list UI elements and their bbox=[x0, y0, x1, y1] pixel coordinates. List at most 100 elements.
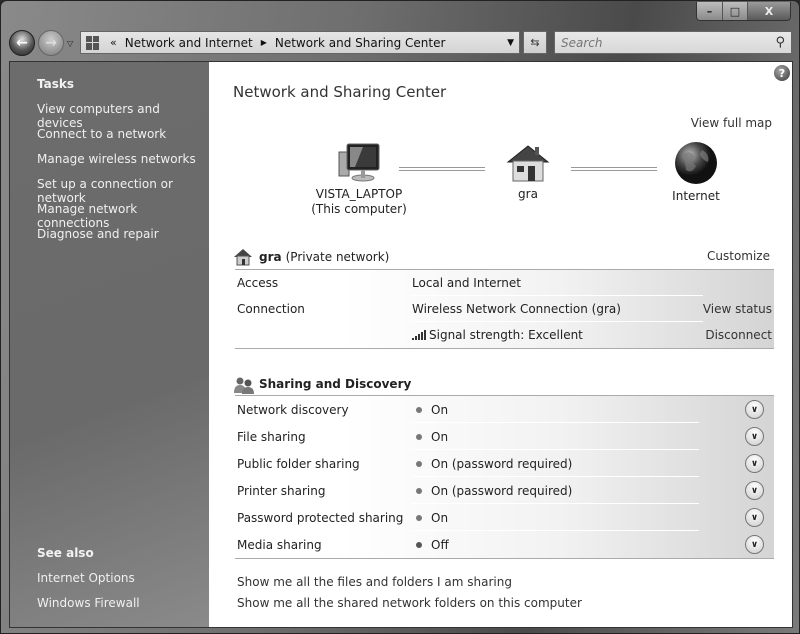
chevron-down-icon: ∨ bbox=[751, 459, 758, 469]
row-value: On bbox=[412, 403, 448, 417]
map-node-computer[interactable]: VISTA_LAPTOP (This computer) bbox=[299, 142, 419, 217]
network-type: (Private network) bbox=[286, 250, 390, 264]
breadcrumb-separator-icon[interactable]: ▶ bbox=[261, 38, 267, 47]
signal-strength-text: Signal strength: Excellent bbox=[429, 328, 583, 342]
chevron-down-icon: ∨ bbox=[751, 405, 758, 415]
breadcrumb-overflow[interactable]: « bbox=[110, 36, 117, 49]
status-text: On (password required) bbox=[431, 484, 572, 498]
arrow-left-icon: ← bbox=[16, 35, 28, 51]
map-node-network[interactable]: gra bbox=[468, 142, 588, 202]
status-text: On bbox=[431, 403, 448, 417]
table-row: Media sharing Off ∨ bbox=[235, 531, 774, 558]
row-label: Connection bbox=[237, 302, 305, 316]
close-button[interactable]: X bbox=[748, 2, 790, 20]
status-dot bbox=[416, 461, 422, 467]
chevron-down-icon: ∨ bbox=[751, 432, 758, 442]
table-row: Access Local and Internet bbox=[235, 270, 774, 296]
view-full-map-link[interactable]: View full map bbox=[691, 116, 772, 130]
search-box: ⚲ bbox=[554, 31, 792, 54]
home-network-icon bbox=[233, 248, 253, 266]
expand-password-protected-sharing-button[interactable]: ∨ bbox=[745, 508, 764, 527]
tasks-header: Tasks bbox=[37, 77, 74, 91]
maximize-button[interactable]: □ bbox=[723, 2, 748, 20]
table-row: Network discovery On ∨ bbox=[235, 396, 774, 423]
network-name: gra bbox=[468, 187, 588, 202]
status-dot bbox=[416, 434, 422, 440]
status-text: On bbox=[431, 430, 448, 444]
minimize-button[interactable]: – bbox=[697, 2, 723, 20]
sidebar-link-connect-network[interactable]: Connect to a network bbox=[37, 127, 166, 141]
sharing-title: Sharing and Discovery bbox=[259, 377, 411, 391]
status-text: Off bbox=[431, 538, 449, 552]
expand-media-sharing-button[interactable]: ∨ bbox=[745, 535, 764, 554]
row-value: Local and Internet bbox=[412, 276, 521, 290]
customize-link[interactable]: Customize bbox=[707, 249, 770, 263]
breadcrumb-network-and-sharing-center[interactable]: Network and Sharing Center bbox=[275, 36, 446, 50]
caption-buttons: – □ X bbox=[696, 2, 791, 21]
row-value: On bbox=[412, 430, 448, 444]
table-row: Public folder sharing On (password requi… bbox=[235, 450, 774, 477]
internet-name: Internet bbox=[636, 189, 756, 204]
show-shared-folders-link[interactable]: Show me all the shared network folders o… bbox=[237, 596, 582, 610]
map-node-internet[interactable]: Internet bbox=[636, 140, 756, 204]
expand-file-sharing-button[interactable]: ∨ bbox=[745, 427, 764, 446]
row-label: Access bbox=[237, 276, 278, 290]
sidebar-link-windows-firewall[interactable]: Windows Firewall bbox=[37, 596, 140, 610]
status-text: On bbox=[431, 511, 448, 525]
row-value: Wireless Network Connection (gra) bbox=[412, 302, 621, 316]
globe-icon bbox=[672, 140, 720, 186]
table-row: Password protected sharing On ∨ bbox=[235, 504, 774, 531]
search-input[interactable] bbox=[561, 36, 751, 50]
sidebar-link-diagnose-repair[interactable]: Diagnose and repair bbox=[37, 227, 159, 241]
row-label: Password protected sharing bbox=[237, 511, 403, 525]
main-panel: ? Network and Sharing Center View full m… bbox=[209, 62, 792, 627]
row-label: Media sharing bbox=[237, 538, 322, 552]
network-details-table: Access Local and Internet Connection Wir… bbox=[235, 269, 774, 349]
row-value: On (password required) bbox=[412, 457, 572, 471]
row-value: Off bbox=[412, 538, 449, 552]
show-shared-files-link[interactable]: Show me all the files and folders I am s… bbox=[237, 575, 512, 589]
sidebar-link-internet-options[interactable]: Internet Options bbox=[37, 571, 135, 585]
row-value: On (password required) bbox=[412, 484, 572, 498]
breadcrumb-network-and-internet[interactable]: Network and Internet bbox=[125, 36, 253, 50]
status-text: On (password required) bbox=[431, 457, 572, 471]
forward-button[interactable]: → bbox=[38, 30, 64, 56]
sidebar-link-view-computers[interactable]: View computers and devices bbox=[37, 102, 209, 130]
window: – □ X ← → ▽ « Network and Internet ▶ Net… bbox=[0, 0, 800, 634]
expand-printer-sharing-button[interactable]: ∨ bbox=[745, 481, 764, 500]
signal-value: Signal strength: Excellent bbox=[412, 328, 583, 342]
computer-sub: (This computer) bbox=[299, 202, 419, 217]
sidebar-link-manage-wireless[interactable]: Manage wireless networks bbox=[37, 152, 196, 166]
status-dot bbox=[416, 407, 422, 413]
table-row: File sharing On ∨ bbox=[235, 423, 774, 450]
address-dropdown-icon[interactable]: ▼ bbox=[507, 38, 514, 48]
sidebar-link-manage-connections[interactable]: Manage network connections bbox=[37, 202, 209, 230]
help-icon[interactable]: ? bbox=[774, 65, 790, 81]
view-status-link[interactable]: View status bbox=[703, 302, 772, 316]
network-header: gra (Private network) bbox=[233, 248, 772, 266]
sidebar: Tasks View computers and devices Connect… bbox=[10, 62, 209, 627]
network-name: gra bbox=[259, 250, 282, 264]
home-network-icon bbox=[504, 142, 552, 184]
sidebar-link-setup-connection[interactable]: Set up a connection or network bbox=[37, 177, 209, 205]
back-button[interactable]: ← bbox=[9, 30, 35, 56]
recent-pages-dropdown[interactable]: ▽ bbox=[67, 39, 77, 48]
row-label: File sharing bbox=[237, 430, 306, 444]
sharing-header: Sharing and Discovery bbox=[233, 374, 411, 394]
refresh-button[interactable]: ⇆ bbox=[523, 31, 547, 54]
table-row: Connection Wireless Network Connection (… bbox=[235, 296, 774, 322]
chevron-down-icon: ∨ bbox=[751, 513, 758, 523]
row-value: On bbox=[412, 511, 448, 525]
computer-icon bbox=[335, 142, 383, 184]
expand-public-folder-sharing-button[interactable]: ∨ bbox=[745, 454, 764, 473]
refresh-icon: ⇆ bbox=[530, 36, 539, 49]
network-icon bbox=[86, 36, 100, 50]
expand-network-discovery-button[interactable]: ∨ bbox=[745, 400, 764, 419]
disconnect-link[interactable]: Disconnect bbox=[705, 328, 772, 342]
search-icon[interactable]: ⚲ bbox=[775, 35, 785, 50]
signal-strength-icon bbox=[412, 330, 426, 340]
address-bar[interactable]: « Network and Internet ▶ Network and Sha… bbox=[80, 31, 520, 54]
content-area: Tasks View computers and devices Connect… bbox=[9, 61, 793, 628]
users-icon bbox=[233, 374, 255, 394]
sharing-table: Network discovery On ∨ File sharing On ∨… bbox=[235, 395, 774, 559]
